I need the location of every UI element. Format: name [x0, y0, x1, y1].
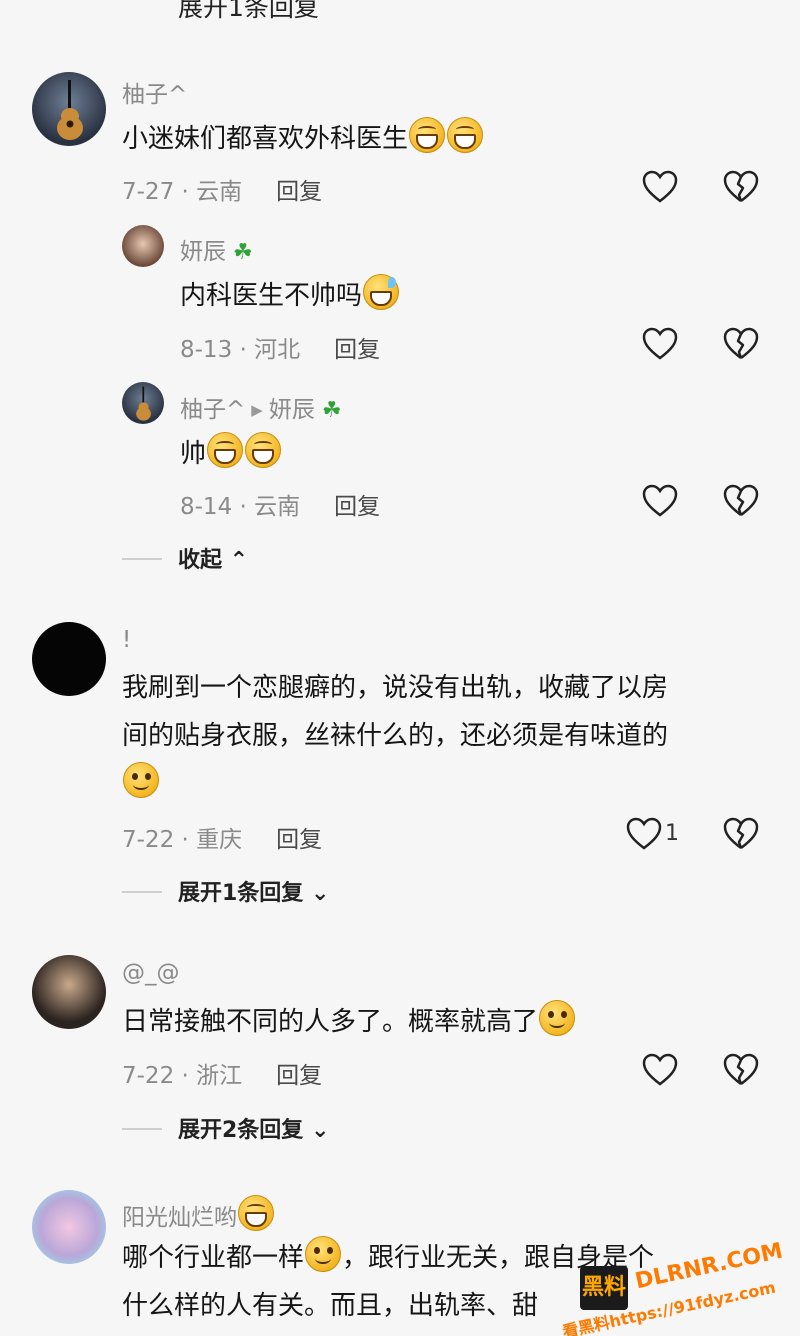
reply-button[interactable]: 回复 [276, 179, 322, 205]
reply-meta: 8-13 · 河北 回复 [180, 330, 380, 364]
grin-emoji-icon [409, 117, 446, 153]
watermark: 黑料 DLRNR.COM 看黑料https://91fdyz.com [560, 1239, 790, 1336]
reply-button[interactable]: 回复 [334, 337, 380, 363]
grin-emoji-icon [207, 432, 244, 468]
like-heart-icon[interactable] [642, 484, 678, 518]
expand-replies-button[interactable]: 展开2条回复 ⌄ [122, 1112, 329, 1144]
divider-line [122, 891, 162, 893]
comment-date-location: 7-22 · 浙江 [122, 1063, 243, 1089]
expand-replies-button[interactable]: 展开1条回复 ⌄ [122, 875, 329, 907]
like-heart-icon[interactable] [642, 1053, 678, 1087]
chevron-down-icon: ⌄ [303, 881, 330, 906]
man-avatar[interactable] [32, 955, 106, 1029]
black-avatar[interactable] [32, 622, 106, 696]
comment-username[interactable]: 柚子^ [122, 75, 187, 109]
like-count: 1 [665, 821, 679, 846]
smile-emoji-icon [539, 1000, 576, 1036]
comment-username[interactable]: 阳光灿烂哟 [122, 1195, 275, 1232]
reply-date-location: 8-13 · 河北 [180, 337, 301, 363]
dislike-broken-heart-icon[interactable] [723, 484, 759, 518]
guitar-avatar[interactable] [32, 72, 106, 146]
dislike-broken-heart-icon[interactable] [723, 170, 759, 204]
comment-meta: 7-27 · 云南 回复 [122, 172, 322, 206]
reply-username[interactable]: 柚子^ ▶ 妍辰 ☘ [180, 390, 342, 424]
smile-emoji-icon [123, 762, 159, 798]
reply-to-username[interactable]: 妍辰 [269, 397, 315, 423]
comment-text: 小迷妹们都喜欢外科医生 [122, 115, 484, 163]
sweat-grin-emoji-icon [363, 274, 400, 310]
woman-avatar[interactable] [122, 225, 164, 267]
comment-text: 我刷到一个恋腿癖的，说没有出轨，收藏了以房 间的贴身衣服，丝袜什么的，还必须是有… [122, 664, 762, 808]
grin-emoji-icon [447, 117, 484, 153]
reply-username[interactable]: 妍辰 ☘ [180, 232, 253, 266]
grin-emoji-icon [245, 432, 282, 468]
like-heart-icon[interactable] [642, 327, 678, 361]
comment-meta: 7-22 · 浙江 回复 [122, 1056, 322, 1090]
guitar-icon [136, 386, 151, 421]
reply-button[interactable]: 回复 [334, 494, 380, 520]
reply-text: 内科医生不帅吗 [180, 272, 400, 320]
guitar-icon [57, 80, 83, 140]
reply-date-location: 8-14 · 云南 [180, 494, 301, 520]
reply-arrow-icon: ▶ [251, 401, 263, 419]
comment-username[interactable]: @_@ [122, 960, 180, 986]
guitar-avatar[interactable] [122, 382, 164, 424]
divider-line [122, 1128, 162, 1130]
chevron-up-icon: ⌃ [222, 548, 249, 573]
reply-button[interactable]: 回复 [276, 1063, 322, 1089]
comment-date-location: 7-27 · 云南 [122, 179, 243, 205]
watermark-logo: 黑料 [580, 1266, 628, 1310]
collapse-replies-button[interactable]: 收起 ⌃ [122, 542, 248, 574]
comment-meta: 7-22 · 重庆 回复 [122, 820, 322, 854]
chevron-down-icon: ⌄ [303, 1118, 330, 1143]
smile-emoji-icon [305, 1236, 342, 1272]
dislike-broken-heart-icon[interactable] [723, 327, 759, 361]
reply-text: 帅 [180, 430, 282, 478]
flower-avatar[interactable] [32, 1190, 106, 1264]
reply-meta: 8-14 · 云南 回复 [180, 487, 380, 521]
reply-button[interactable]: 回复 [276, 827, 322, 853]
comment-text: 日常接触不同的人多了。概率就高了 [122, 998, 576, 1046]
divider-line [122, 558, 162, 560]
comment-username[interactable]: ! [122, 627, 131, 653]
comment-date-location: 7-22 · 重庆 [122, 827, 243, 853]
clover-icon: ☘ [226, 240, 253, 265]
like-heart-icon[interactable] [642, 170, 678, 204]
grin-emoji-icon [238, 1195, 274, 1231]
dislike-broken-heart-icon[interactable] [723, 1053, 759, 1087]
like-heart-icon[interactable] [626, 817, 662, 851]
dislike-broken-heart-icon[interactable] [723, 817, 759, 851]
expand-replies-cut[interactable]: 展开1条回复 [178, 0, 319, 24]
clover-icon: ☘ [314, 398, 342, 423]
